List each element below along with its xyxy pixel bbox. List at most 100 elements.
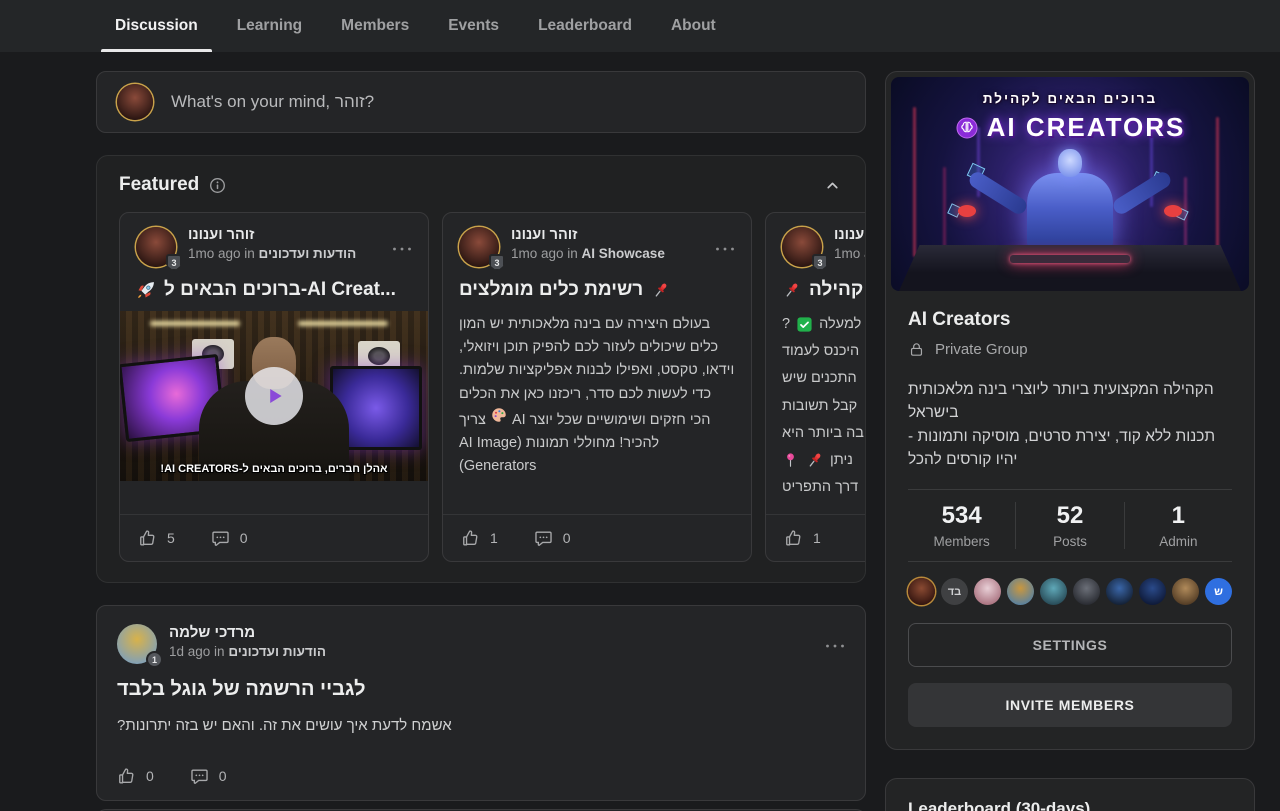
thumb-light xyxy=(298,321,388,326)
video-thumbnail[interactable]: אהלן חברים, ברוכים הבאים ל-AI CREATORS! xyxy=(120,311,428,481)
level-badge: 3 xyxy=(812,254,828,271)
more-options-icon[interactable] xyxy=(825,624,845,664)
post-composer[interactable]: What's on your mind, זוהר? xyxy=(96,71,866,133)
post-title[interactable]: קהילה xyxy=(766,273,866,301)
post-meta: 1mo ago in הודעות ועדכונים xyxy=(834,246,866,261)
featured-card-tools[interactable]: 3 זוהר וענונו 1mo ago in AI Showcase רשי… xyxy=(442,212,752,562)
composer-prompt[interactable]: What's on your mind, זוהר? xyxy=(171,92,374,112)
like-count: 1 xyxy=(813,530,821,546)
tab-events[interactable]: Events xyxy=(446,0,501,52)
member-avatar[interactable] xyxy=(1172,578,1199,605)
chevron-up-icon[interactable] xyxy=(824,177,841,194)
post-title[interactable]: ברוכים הבאים ל-AI Creat... xyxy=(120,273,428,301)
comment-icon[interactable] xyxy=(190,767,209,786)
settings-button[interactable]: SETTINGS xyxy=(908,623,1232,667)
member-avatar[interactable] xyxy=(1106,578,1133,605)
post-body-line: דרך התפריט xyxy=(782,476,866,499)
post-meta: 1mo ago in הודעות ועדכונים xyxy=(188,246,356,261)
rocket-emoji xyxy=(136,280,156,300)
leaderboard-card: Leaderboard (30-days) xyxy=(885,778,1255,811)
post-body-line: ניתן xyxy=(782,449,866,472)
level-badge: 3 xyxy=(166,254,182,271)
comment-icon[interactable] xyxy=(534,529,553,548)
post-body-line: היכנס לעמוד xyxy=(782,340,866,363)
more-options-icon[interactable] xyxy=(392,227,412,267)
video-caption: אהלן חברים, ברוכים הבאים ל-AI CREATORS! xyxy=(120,463,428,475)
nav-tabs: Discussion Learning Members Events Leade… xyxy=(113,0,718,52)
post-title[interactable]: רשימת כלים מומלצים xyxy=(443,273,751,301)
group-description: הקהילה המקצועית ביותר ליוצרי בינה מלאכות… xyxy=(908,378,1232,471)
level-badge: 3 xyxy=(489,254,505,271)
tab-learning[interactable]: Learning xyxy=(235,0,304,52)
group-stats: 534 Members 52 Posts 1 Admin xyxy=(908,489,1232,562)
featured-card-welcome[interactable]: 3 זוהר וענונו 1mo ago in הודעות ועדכונים… xyxy=(119,212,429,562)
avatar[interactable]: 1 xyxy=(117,624,157,664)
invite-members-button[interactable]: INVITE MEMBERS xyxy=(908,683,1232,727)
tab-leaderboard[interactable]: Leaderboard xyxy=(536,0,634,52)
author-name[interactable]: זוהר וענונו xyxy=(834,227,866,243)
stat-admins[interactable]: 1 Admin xyxy=(1124,502,1232,549)
channel-name: הודעות ועדכונים xyxy=(259,246,357,261)
leaderboard-title: Leaderboard (30-days) xyxy=(908,799,1232,811)
group-name: AI Creators xyxy=(908,309,1232,331)
like-icon[interactable] xyxy=(117,767,136,786)
stat-posts[interactable]: 52 Posts xyxy=(1015,502,1123,549)
info-icon[interactable] xyxy=(209,177,226,194)
stat-members[interactable]: 534 Members xyxy=(908,502,1015,549)
tab-members[interactable]: Members xyxy=(339,0,411,52)
avatar[interactable]: 3 xyxy=(459,227,499,267)
member-avatar[interactable]: בד xyxy=(941,578,968,605)
red-pin-emoji xyxy=(651,281,670,300)
avatar[interactable]: 3 xyxy=(136,227,176,267)
like-icon[interactable] xyxy=(461,529,480,548)
featured-section: Featured 3 זוהר וענונו 1mo ago in הודעות… xyxy=(96,155,866,583)
comment-count: 0 xyxy=(219,768,227,784)
like-count: 0 xyxy=(146,768,154,784)
member-avatar[interactable]: ש xyxy=(1205,578,1232,605)
like-count: 1 xyxy=(490,530,498,546)
like-icon[interactable] xyxy=(784,529,803,548)
tab-about[interactable]: About xyxy=(669,0,718,52)
like-count: 5 xyxy=(167,530,175,546)
current-user-avatar[interactable] xyxy=(117,84,153,120)
red-pin-emoji xyxy=(805,451,824,470)
lock-icon xyxy=(908,341,925,358)
post-body-line: קבל תשובות xyxy=(782,395,866,418)
avatar[interactable]: 3 xyxy=(782,227,822,267)
member-avatars-row: בד ש xyxy=(908,578,1232,605)
more-options-icon[interactable] xyxy=(715,227,735,267)
palette-emoji xyxy=(490,406,508,424)
post-title[interactable]: לגביי הרשמה של גוגל בלבד xyxy=(117,678,845,701)
tab-discussion[interactable]: Discussion xyxy=(113,0,200,52)
level-badge: 1 xyxy=(146,651,163,668)
post-body-line: התכנים שיש xyxy=(782,367,866,390)
channel-name: הודעות ועדכונים xyxy=(228,644,326,659)
post-body-line: בה ביותר היא xyxy=(782,422,866,445)
banner-welcome-text: ברוכים הבאים לקהילת xyxy=(891,91,1249,106)
member-avatar[interactable] xyxy=(1073,578,1100,605)
featured-card-community-clipped[interactable]: 3 זוהר וענונו 1mo ago in הודעות ועדכונים… xyxy=(765,212,866,562)
member-avatar[interactable] xyxy=(974,578,1001,605)
like-icon[interactable] xyxy=(138,529,157,548)
member-avatar[interactable] xyxy=(1139,578,1166,605)
post-meta: 1mo ago in AI Showcase xyxy=(511,246,665,261)
post-body-line: ?למעלה xyxy=(782,313,866,336)
banner-keyboard xyxy=(1010,255,1130,263)
post-body[interactable]: ?למעלה היכנס לעמוד התכנים שיש קבל תשובות בה … xyxy=(766,301,866,499)
comment-icon[interactable] xyxy=(211,529,230,548)
round-pin-emoji xyxy=(782,452,799,469)
featured-title: Featured xyxy=(119,174,199,196)
channel-name: AI Showcase xyxy=(582,246,665,261)
feed-post[interactable]: 1 מרדכי שלמה 1d ago in הודעות ועדכונים ל… xyxy=(96,605,866,801)
post-body[interactable]: בעולם היצירה עם בינה מלאכותית יש המון כל… xyxy=(443,301,751,478)
member-avatar[interactable] xyxy=(908,578,935,605)
member-avatar[interactable] xyxy=(1040,578,1067,605)
featured-cards-row: 3 זוהר וענונו 1mo ago in הודעות ועדכונים… xyxy=(119,212,865,562)
post-body[interactable]: אשמח לדעת איך עושים את זה. והאם יש בזה י… xyxy=(117,717,845,734)
member-avatar[interactable] xyxy=(1007,578,1034,605)
author-name[interactable]: זוהר וענונו xyxy=(511,227,665,243)
author-name[interactable]: זוהר וענונו xyxy=(188,227,356,243)
author-name[interactable]: מרדכי שלמה xyxy=(169,624,326,641)
play-button-icon[interactable] xyxy=(245,367,303,425)
privacy-label: Private Group xyxy=(935,341,1028,358)
